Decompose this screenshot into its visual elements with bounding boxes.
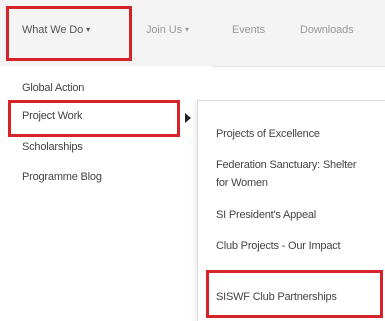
dropdown-item-scholarships[interactable]: Scholarships xyxy=(22,141,83,153)
nav-item-label: Events xyxy=(232,24,266,36)
submenu-item-club-projects[interactable]: Club Projects - Our Impact xyxy=(216,237,351,255)
submenu-arrow-icon xyxy=(185,113,191,123)
highlight-siswf-club-partnerships xyxy=(206,270,383,318)
dropdown-item-programme-blog[interactable]: Programme Blog xyxy=(22,171,102,183)
nav-item-downloads[interactable]: Downloads xyxy=(300,24,354,36)
dropdown-item-global-action[interactable]: Global Action xyxy=(22,82,84,94)
nav-item-events[interactable]: Events xyxy=(232,24,265,36)
highlight-what-we-do xyxy=(6,6,132,61)
chevron-down-icon: ▾ xyxy=(184,25,189,34)
nav-item-label: Join Us xyxy=(146,24,182,36)
highlight-project-work xyxy=(8,100,180,137)
submenu-item-projects-of-excellence[interactable]: Projects of Excellence xyxy=(216,125,376,143)
submenu-item-si-presidents-appeal[interactable]: SI President's Appeal xyxy=(216,206,376,224)
nav-item-join-us[interactable]: Join Us ▾ xyxy=(146,24,189,36)
nav-item-label: Downloads xyxy=(300,24,354,36)
submenu-item-federation-sanctuary[interactable]: Federation Sanctuary: Shelter for Women xyxy=(216,156,366,192)
